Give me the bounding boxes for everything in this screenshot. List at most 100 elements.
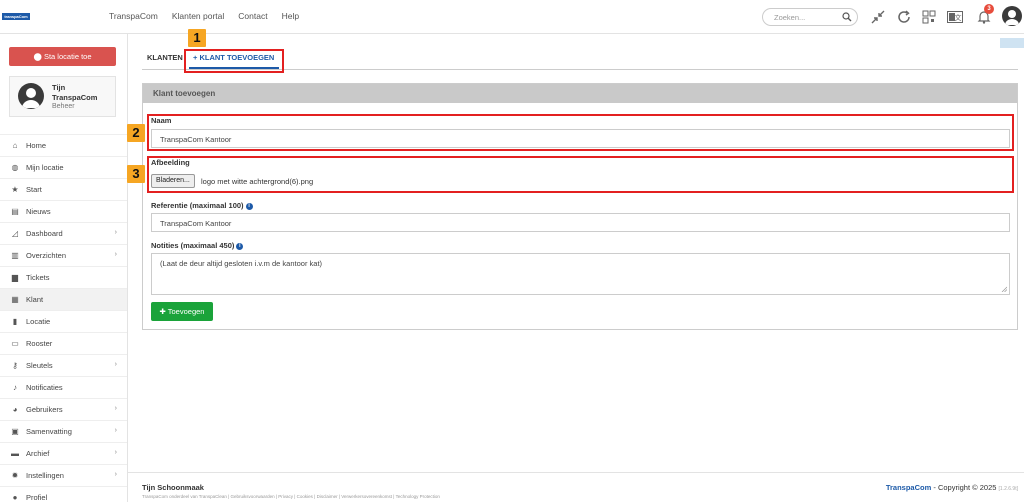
sidebar-item-start[interactable]: ★ Start	[0, 178, 127, 200]
marker-3: 3	[127, 165, 145, 183]
top-bar: transpaCom TranspaCom Klanten portal Con…	[0, 0, 1024, 34]
newspaper-icon: ▤	[11, 206, 19, 216]
highlight-box-2	[147, 114, 1014, 151]
sidebar-menu: ⌂ Home ◍ Mijn locatie ★ Start ▤ Nieuws ◿ Dashboar…	[0, 134, 127, 502]
calendar-icon: ▭	[11, 338, 19, 348]
sidebar-item-rooster[interactable]: ▭ Rooster	[0, 332, 127, 354]
sidebar-item-label: Start	[26, 185, 42, 194]
corner-button[interactable]	[1000, 38, 1024, 48]
sidebar-item-label: Dashboard	[26, 229, 63, 238]
chevron-right-icon[interactable]: ›	[115, 251, 117, 258]
sidebar-item-klant[interactable]: ▦ Klant	[0, 288, 127, 310]
notes-label-row: Notities (maximaal 450) i	[151, 241, 244, 250]
nav-help[interactable]: Help	[282, 11, 299, 21]
home-icon: ⌂	[12, 140, 18, 150]
footer: Tijn Schoonmaak TranspaCom onderdeel van…	[128, 472, 1024, 502]
document-icon: ▥	[11, 250, 19, 260]
sidebar-item-label: Klant	[26, 295, 44, 304]
sidebar-item-archief[interactable]: ▬ Archief ›	[0, 442, 127, 464]
sidebar: ⬤ Sta locatie toe Tijn TranspaCom Beheer…	[0, 34, 128, 502]
sidebar-item-dashboard[interactable]: ◿ Dashboard ›	[0, 222, 127, 244]
sidebar-item-nieuws[interactable]: ▤ Nieuws	[0, 200, 127, 222]
sidebar-item-sleutels[interactable]: ⚷ Sleutels ›	[0, 354, 127, 376]
add-button[interactable]: ✚ Toevoegen	[151, 302, 213, 321]
chevron-right-icon[interactable]: ›	[115, 361, 117, 368]
footer-brand[interactable]: TranspaCom	[886, 483, 931, 492]
footer-links[interactable]: TranspaCom onderdeel van TranspaClean | …	[142, 494, 440, 499]
nav-klanten-portal[interactable]: Klanten portal	[172, 11, 224, 21]
archive-icon: ▬	[11, 448, 19, 458]
allow-location-label: Sta locatie toe	[43, 52, 92, 61]
avatar[interactable]	[1002, 6, 1022, 26]
sidebar-item-profiel[interactable]: ● Profiel	[0, 486, 127, 502]
sidebar-item-mijn-locatie[interactable]: ◍ Mijn locatie	[0, 156, 127, 178]
sidebar-item-locatie[interactable]: ▮ Locatie	[0, 310, 127, 332]
sidebar-item-label: Notificaties	[26, 383, 63, 392]
info-icon[interactable]: i	[245, 202, 253, 210]
chevron-right-icon[interactable]: ›	[115, 229, 117, 236]
marker-1: 1	[188, 29, 206, 47]
footer-copyright: - Copyright © 2025	[931, 483, 997, 492]
sidebar-item-label: Locatie	[26, 317, 51, 326]
sidebar-item-label: Samenvatting	[26, 427, 72, 436]
sidebar-item-label: Rooster	[26, 339, 53, 348]
reference-field[interactable]: TranspaCom Kantoor	[151, 213, 1010, 232]
search-input[interactable]: Zoeken...	[762, 8, 858, 26]
user-avatar	[18, 83, 44, 109]
notification-badge: 3	[984, 4, 994, 14]
notes-label: Notities (maximaal 450)	[151, 241, 235, 250]
sidebar-item-gebruikers[interactable]: ◕ Gebruikers ›	[0, 398, 127, 420]
star-icon: ★	[11, 184, 19, 194]
sidebar-item-overzichten[interactable]: ▥ Overzichten ›	[0, 244, 127, 266]
sidebar-item-instellingen[interactable]: ✹ Instellingen ›	[0, 464, 127, 486]
highlight-box-1	[184, 49, 284, 73]
qr-code-icon[interactable]	[920, 8, 938, 26]
bell-icon: ♪	[13, 382, 17, 392]
footer-company: Tijn Schoonmaak	[142, 483, 204, 492]
refresh-icon[interactable]	[895, 8, 913, 26]
building-icon: ▮	[12, 316, 18, 326]
user-icon: ●	[12, 492, 18, 502]
user-first-name: Tijn	[52, 83, 66, 92]
search-icon[interactable]	[842, 12, 852, 22]
clipboard-icon: ▣	[11, 426, 19, 436]
sidebar-item-label: Sleutels	[26, 361, 53, 370]
user-card[interactable]: Tijn TranspaCom Beheer	[9, 76, 116, 117]
chevron-right-icon[interactable]: ›	[115, 471, 117, 478]
notes-value: (Laat de deur altijd gesloten i.v.m de k…	[160, 259, 323, 268]
gear-icon: ✹	[11, 470, 19, 480]
marker-2: 2	[127, 124, 145, 142]
chevron-right-icon[interactable]: ›	[115, 405, 117, 412]
sidebar-item-home[interactable]: ⌂ Home	[0, 134, 127, 156]
resize-grip-icon[interactable]	[1001, 286, 1007, 292]
nav-transpacom[interactable]: TranspaCom	[109, 11, 158, 21]
info-icon[interactable]: i	[236, 242, 244, 250]
sidebar-item-label: Home	[26, 141, 47, 150]
sidebar-item-notificaties[interactable]: ♪ Notificaties	[0, 376, 127, 398]
key-icon: ⚷	[12, 360, 18, 370]
top-nav: TranspaCom Klanten portal Contact Help	[109, 11, 299, 21]
chevron-right-icon[interactable]: ›	[115, 427, 117, 434]
sidebar-item-label: Overzichten	[26, 251, 67, 260]
notes-textarea[interactable]: (Laat de deur altijd gesloten i.v.m de k…	[151, 253, 1010, 295]
plus-icon: ✚	[159, 307, 168, 316]
sidebar-item-label: Nieuws	[26, 207, 51, 216]
sidebar-item-label: Tickets	[26, 273, 50, 282]
nav-contact[interactable]: Contact	[238, 11, 267, 21]
panel-title: Klant toevoegen	[143, 84, 1017, 103]
sidebar-item-tickets[interactable]: ▆ Tickets	[0, 266, 127, 288]
sidebar-item-samenvatting[interactable]: ▣ Samenvatting ›	[0, 420, 127, 442]
compress-icon[interactable]	[869, 8, 887, 26]
chevron-right-icon[interactable]: ›	[115, 449, 117, 456]
user-company: TranspaCom	[52, 93, 98, 102]
tab-klanten[interactable]: KLANTEN	[147, 53, 183, 62]
allow-location-button[interactable]: ⬤ Sta locatie toe	[9, 47, 116, 66]
reference-label: Referentie (maximaal 100)	[151, 201, 244, 210]
sidebar-item-label: Archief	[26, 449, 50, 458]
location-pin-icon: ⬤	[33, 52, 44, 61]
svg-text:文: 文	[955, 13, 962, 22]
users-icon: ◕	[12, 404, 18, 414]
building-icon: ▦	[11, 294, 19, 304]
translate-icon[interactable]: 文	[946, 8, 964, 26]
logo[interactable]: transpaCom	[2, 13, 30, 20]
